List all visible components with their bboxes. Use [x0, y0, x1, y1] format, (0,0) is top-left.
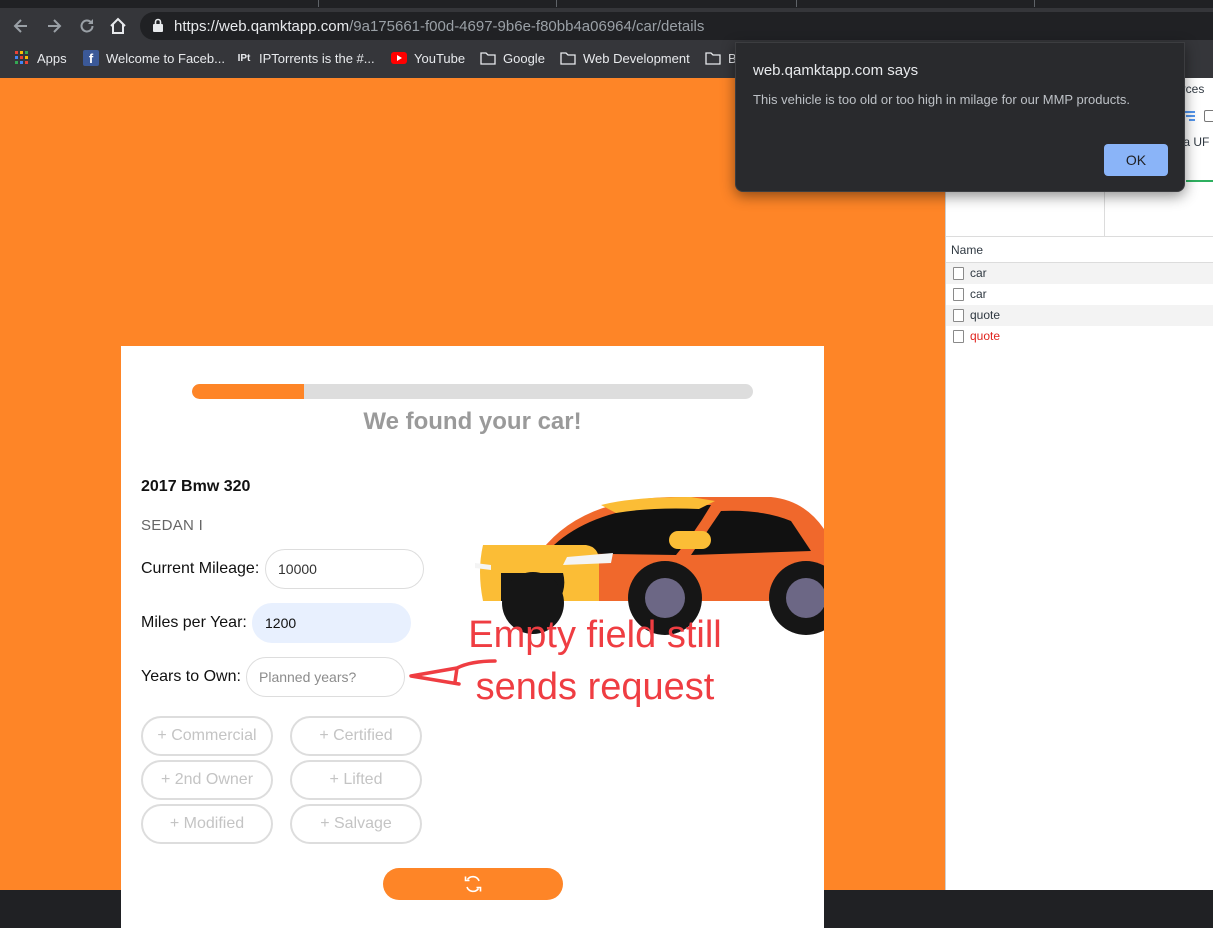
bookmark-label: Welcome to Faceb... [106, 50, 225, 66]
document-icon [953, 288, 964, 301]
bookmark-b-folder[interactable]: B [705, 49, 737, 67]
progress-bar [192, 384, 753, 399]
mileage-label: Current Mileage: [141, 560, 260, 577]
bookmark-webdev-folder[interactable]: Web Development [560, 49, 690, 67]
miles-per-year-input[interactable] [252, 603, 411, 643]
devtools-panel: urces ta UF Name car car quote quote [945, 78, 1213, 890]
option-modified[interactable]: + Modified [141, 804, 273, 844]
car-title: 2017 Bmw 320 [141, 478, 251, 495]
annotation-line-1: Empty field still [468, 614, 722, 656]
bookmark-youtube[interactable]: YouTube [391, 49, 465, 67]
dialog-ok-button[interactable]: OK [1104, 144, 1168, 176]
iptorrents-icon: IPt [237, 52, 251, 64]
bookmark-facebook[interactable]: f Welcome to Faceb... [83, 49, 225, 67]
option-lifted[interactable]: + Lifted [290, 760, 422, 800]
forward-arrow-icon [48, 19, 62, 33]
home-button[interactable] [106, 14, 130, 38]
tab-divider [1034, 0, 1035, 7]
folder-icon [560, 50, 576, 66]
url-host: https://web.qamktapp.com [174, 18, 350, 35]
submit-button[interactable] [383, 868, 563, 900]
folder-icon [480, 50, 496, 66]
bookmark-label: Web Development [583, 50, 690, 66]
apps-grid-icon [14, 50, 30, 66]
document-icon [953, 309, 964, 322]
request-name: car [970, 266, 987, 280]
nav-bar: https://web.qamktapp.com/9a175661-f00d-4… [0, 8, 1213, 44]
option-2nd-owner[interactable]: + 2nd Owner [141, 760, 273, 800]
network-request-row[interactable]: quote [946, 305, 1213, 326]
back-arrow-icon [13, 19, 27, 33]
page-viewport: We found your car! 2017 Bmw 320 SEDAN I … [0, 78, 945, 928]
dialog-title: web.qamktapp.com says [753, 62, 919, 79]
url-path: /9a175661-f00d-4697-9b6e-f80bb4a06964/ca… [349, 18, 705, 35]
bookmark-google-folder[interactable]: Google [480, 49, 545, 67]
network-name-column-header[interactable]: Name [946, 237, 1213, 263]
bookmark-label: Google [503, 50, 545, 66]
devtools-checkbox[interactable] [1204, 110, 1213, 122]
tab-strip [0, 0, 1213, 8]
years-to-own-label: Years to Own: [141, 668, 241, 685]
facebook-icon: f [83, 50, 99, 66]
reload-button[interactable] [75, 14, 99, 38]
car-trim: SEDAN I [141, 517, 204, 534]
annotation-line-2: sends request [475, 666, 715, 708]
progress-fill [192, 384, 305, 399]
document-icon [953, 267, 964, 280]
home-icon [110, 17, 126, 34]
document-icon [953, 330, 964, 343]
reload-icon [80, 19, 94, 33]
bookmark-label: YouTube [414, 50, 466, 66]
tab-divider [796, 0, 797, 7]
bookmark-label: Apps [37, 50, 67, 66]
request-name: quote [970, 308, 1001, 322]
tab-divider [556, 0, 557, 7]
address-bar[interactable]: https://web.qamktapp.com/9a175661-f00d-4… [140, 12, 1213, 40]
tab-divider [318, 0, 319, 7]
request-name: car [970, 287, 987, 301]
miles-per-year-label: Miles per Year: [141, 614, 247, 631]
refresh-icon [464, 875, 482, 893]
back-button[interactable] [9, 14, 33, 38]
folder-icon [705, 50, 721, 66]
option-commercial[interactable]: + Commercial [141, 716, 273, 756]
alert-dialog: web.qamktapp.com says This vehicle is to… [735, 42, 1185, 192]
bookmark-apps[interactable]: Apps [14, 49, 67, 67]
url-text: https://web.qamktapp.com/9a175661-f00d-4… [174, 18, 704, 35]
network-request-row[interactable]: car [946, 284, 1213, 305]
bookmark-iptorrents[interactable]: IPt IPTorrents is the #... [236, 49, 375, 67]
forward-button[interactable] [42, 14, 66, 38]
years-to-own-input[interactable] [246, 657, 405, 697]
devtools-timeline-bar [1186, 180, 1213, 182]
lock-icon [153, 18, 163, 32]
youtube-icon [391, 50, 407, 66]
mileage-input[interactable] [265, 549, 424, 589]
request-name: quote [970, 329, 1001, 343]
bookmark-label: IPTorrents is the #... [259, 50, 375, 66]
option-certified[interactable]: + Certified [290, 716, 422, 756]
network-request-row-error[interactable]: quote [946, 326, 1213, 347]
option-salvage[interactable]: + Salvage [290, 804, 422, 844]
dialog-message: This vehicle is too old or too high in m… [753, 92, 1130, 107]
network-request-row[interactable]: car [946, 263, 1213, 284]
page-title: We found your car! [363, 408, 582, 435]
